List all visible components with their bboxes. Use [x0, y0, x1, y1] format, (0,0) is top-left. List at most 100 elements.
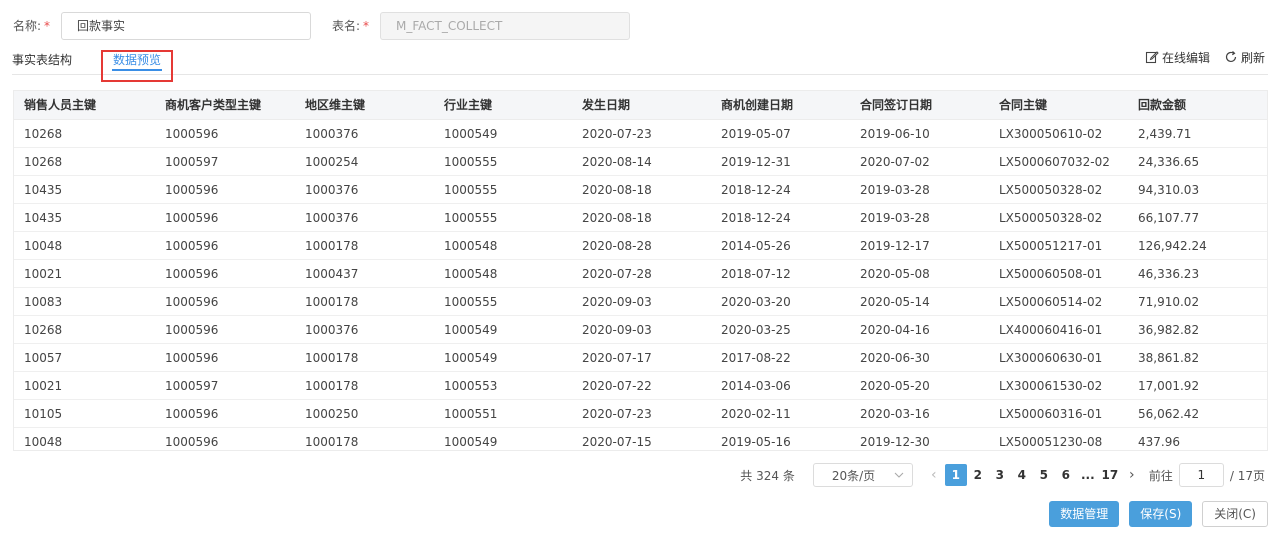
table-cell: 10435 [24, 183, 63, 197]
table-cell: 2020-07-02 [860, 155, 930, 169]
required-mark: * [44, 19, 51, 33]
table-cell: LX500060316-01 [999, 407, 1103, 421]
table-cell: 1000555 [444, 295, 498, 309]
table-cell: 2020-07-17 [582, 351, 652, 365]
table-cell: 1000596 [165, 267, 219, 281]
next-page-button[interactable]: › [1121, 467, 1143, 483]
table-cell: 1000376 [305, 323, 359, 337]
table-cell: 1000437 [305, 267, 359, 281]
table-cell: LX5000607032-02 [999, 155, 1110, 169]
table-body: 10268 1000596 1000376 1000549 2020-07-23 2019… [14, 120, 1267, 450]
table-row: 10268 1000597 1000254 1000555 2020-08-14 2019… [14, 148, 1267, 176]
table-cell: 2018-12-24 [721, 211, 791, 225]
table-cell: 10435 [24, 211, 63, 225]
table-cell: 2017-08-22 [721, 351, 791, 365]
page-number[interactable]: 1 [944, 464, 967, 486]
table-cell: 2019-12-17 [860, 239, 930, 253]
table-cell: 10048 [24, 435, 63, 449]
table-cell: 2020-03-20 [721, 295, 791, 309]
prev-page-button[interactable]: ‹ [923, 467, 945, 483]
page-number[interactable]: 6 [1055, 464, 1077, 486]
table-cell: 1000596 [165, 211, 219, 225]
table-cell: 1000548 [444, 267, 498, 281]
table-cell: 2019-03-28 [860, 183, 930, 197]
table-cell: 1000250 [305, 407, 359, 421]
required-mark: * [363, 19, 370, 33]
save-button[interactable]: 保存(S) [1129, 501, 1193, 527]
table-cell: 1000596 [165, 407, 219, 421]
table-cell: 1000178 [305, 295, 359, 309]
table-cell: 1000178 [305, 379, 359, 393]
page-number[interactable]: 3 [989, 464, 1011, 486]
table-cell: 2020-08-18 [582, 211, 652, 225]
page-number[interactable]: 4 [1011, 464, 1033, 486]
table-cell: 2014-03-06 [721, 379, 791, 393]
name-input[interactable]: 回款事实 [61, 12, 311, 40]
table-cell: 2020-05-14 [860, 295, 930, 309]
table-name-label: 表名: * [332, 19, 370, 33]
table-row: 10268 1000596 1000376 1000549 2020-09-03 2020… [14, 316, 1267, 344]
table-cell: 2019-12-31 [721, 155, 791, 169]
table-cell: 1000178 [305, 239, 359, 253]
table-cell: 10021 [24, 267, 63, 281]
table-cell: 94,310.03 [1138, 183, 1200, 197]
tab-bar: 事实表结构 数据预览 [12, 48, 1268, 82]
column-header: 销售人员主键 [24, 98, 97, 112]
table-cell: 2020-07-23 [582, 127, 652, 141]
table-cell: 2020-09-03 [582, 295, 652, 309]
table-cell: 10268 [24, 155, 63, 169]
edit-icon [1145, 51, 1159, 64]
table-cell: 2020-05-08 [860, 267, 930, 281]
table-cell: 1000548 [444, 239, 498, 253]
table-cell: 2019-05-16 [721, 435, 791, 449]
table-cell: 1000596 [165, 435, 219, 449]
column-header: 行业主键 [444, 98, 493, 112]
page-size-select[interactable]: 20条/页 [812, 463, 913, 487]
table-cell: 2020-02-11 [721, 407, 791, 421]
page-size-value: 20条/页 [831, 468, 876, 483]
table-row: 10057 1000596 1000178 1000549 2020-07-17 2017… [14, 344, 1267, 372]
table-cell: 2,439.71 [1138, 127, 1192, 141]
table-cell: 1000376 [305, 127, 359, 141]
edit-online-label: 在线编辑 [1161, 50, 1210, 65]
refresh-button[interactable]: 刷新 [1224, 47, 1265, 67]
table-cell: 2018-07-12 [721, 267, 791, 281]
table-cell: 71,910.02 [1138, 295, 1200, 309]
refresh-label: 刷新 [1240, 50, 1265, 65]
table-cell: 2020-08-14 [582, 155, 652, 169]
table-cell: 2020-07-28 [582, 267, 652, 281]
tab-fact-structure[interactable]: 事实表结构 [12, 48, 82, 74]
table-cell: 2019-06-10 [860, 127, 930, 141]
page-number[interactable]: 17 [1099, 464, 1121, 486]
table-cell: 1000596 [165, 127, 219, 141]
column-header: 合同主键 [999, 98, 1048, 112]
edit-online-button[interactable]: 在线编辑 [1145, 47, 1210, 67]
refresh-icon [1225, 51, 1237, 63]
table-cell: 2020-07-22 [582, 379, 652, 393]
column-header: 回款金额 [1138, 98, 1187, 112]
page-number[interactable]: 2 [967, 464, 989, 486]
table-cell: LX500051217-01 [999, 239, 1103, 253]
close-button[interactable]: 关闭(C) [1202, 501, 1268, 527]
table-cell: 2020-03-16 [860, 407, 930, 421]
goto-label: 前往 [1148, 468, 1173, 483]
table-cell: 17,001.92 [1138, 379, 1200, 393]
table-cell: 2019-03-28 [860, 211, 930, 225]
column-header: 商机客户类型主键 [165, 98, 262, 112]
page-number[interactable]: 5 [1033, 464, 1055, 486]
table-cell: LX500060508-01 [999, 267, 1103, 281]
table-row: 10021 1000596 1000437 1000548 2020-07-28 2018… [14, 260, 1267, 288]
page-ellipsis[interactable]: ... [1077, 464, 1099, 486]
goto-page-input[interactable]: 1 [1178, 463, 1224, 487]
table-cell: 2020-07-15 [582, 435, 652, 449]
column-header: 发生日期 [582, 98, 631, 112]
table-row: 10268 1000596 1000376 1000549 2020-07-23 2019… [14, 120, 1267, 148]
table-row: 10048 1000596 1000178 1000549 2020-07-15 2019… [14, 428, 1267, 450]
data-manage-button[interactable]: 数据管理 [1049, 501, 1120, 527]
total-pages: / 17页 [1229, 468, 1265, 483]
table-cell: 2020-04-16 [860, 323, 930, 337]
table-cell: 2020-08-28 [582, 239, 652, 253]
pagination: 共 324 条 20条/页 ‹ 1 2 3 4 5 6... 17 › 前往 1 / 17页 [740, 463, 1265, 487]
table-cell: 10268 [24, 323, 63, 337]
chevron-down-icon [894, 472, 904, 478]
